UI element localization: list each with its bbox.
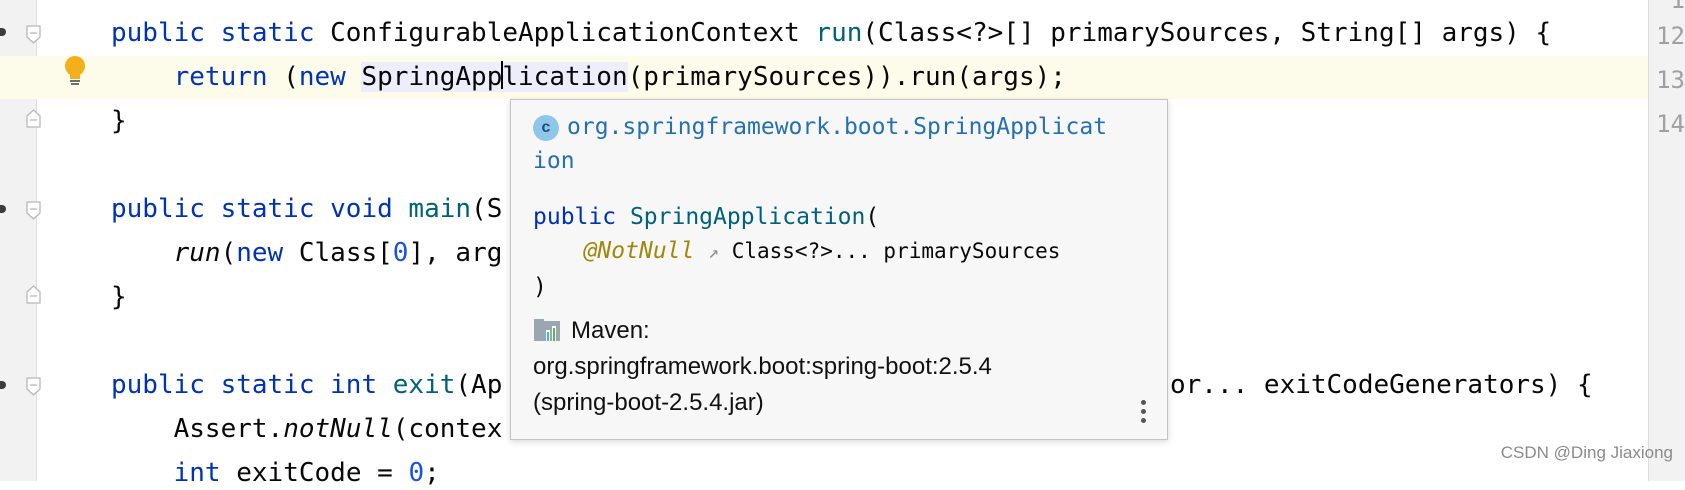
highlighted-identifier[interactable]: SpringApplication: [361, 61, 628, 92]
maven-info: Maven: org.springframework.boot:spring-b…: [533, 317, 992, 416]
code-line[interactable]: }: [111, 280, 127, 314]
lightbulb-icon[interactable]: [63, 55, 87, 87]
code-line-tail[interactable]: or... exitCodeGenerators) {: [1170, 368, 1593, 402]
code-line[interactable]: public static int exit(Ap: [111, 368, 502, 402]
code-line[interactable]: return (new SpringApplication(primarySou…: [111, 60, 1066, 94]
class-fqcn-link[interactable]: c org.springframework.boot.SpringApplicat…: [533, 110, 1133, 178]
line-number: 14: [1656, 110, 1685, 138]
quick-documentation-popup[interactable]: c org.springframework.boot.SpringApplicat…: [510, 99, 1168, 440]
code-line[interactable]: int exitCode = 0;: [111, 456, 440, 490]
code-line[interactable]: run(new Class[0], arg: [111, 236, 503, 270]
code-line[interactable]: Assert.notNull(contex: [111, 412, 503, 446]
class-icon: c: [533, 115, 559, 141]
code-line[interactable]: public static void main(S: [111, 192, 502, 226]
code-line[interactable]: public static ConfigurableApplicationCon…: [111, 16, 1551, 50]
fold-close-icon[interactable]: [26, 109, 41, 128]
fold-open-icon[interactable]: [26, 201, 41, 220]
constructor-signature: public SpringApplication( @NotNull ↗ Cla…: [533, 204, 1061, 300]
line-number: 13: [1656, 66, 1685, 94]
fold-open-icon[interactable]: [26, 25, 41, 44]
watermark: CSDN @Ding Jiaxiong: [1500, 443, 1673, 462]
line-number: 12: [1656, 22, 1685, 50]
library-icon: [534, 319, 560, 341]
fold-open-icon[interactable]: [26, 377, 41, 396]
more-options-icon[interactable]: [1141, 396, 1147, 427]
constructor-name[interactable]: SpringApplication: [630, 204, 865, 230]
line-number: 1: [1670, 0, 1685, 14]
code-line[interactable]: }: [111, 104, 127, 138]
notnull-annotation[interactable]: @NotNull: [584, 238, 695, 264]
external-link-icon[interactable]: ↗: [708, 242, 719, 263]
right-gutter: 1 12 13 14: [1648, 0, 1685, 481]
fold-close-icon[interactable]: [26, 285, 41, 304]
